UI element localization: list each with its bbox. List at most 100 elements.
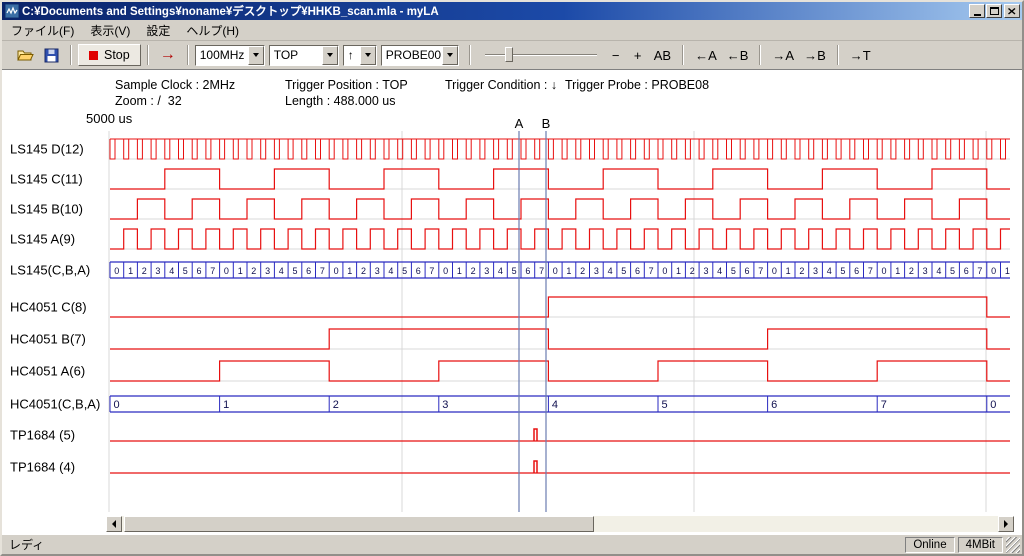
status-online-badge: Online [905,537,954,553]
bus-value: 1 [786,266,791,276]
toolbar-separator [682,45,684,65]
bus-value: 7 [539,266,544,276]
bus-value: 7 [320,266,325,276]
close-icon [1008,8,1016,15]
toolbar-separator [147,45,149,65]
dropdown-arrow-icon[interactable] [360,46,376,65]
bus-value: 5 [731,266,736,276]
bus-value: 1 [457,266,462,276]
bus-value: 0 [991,266,996,276]
bus-value: 3 [155,266,160,276]
trigger-probe-value: PROBE00 [382,46,442,65]
bus-value: 4 [936,266,941,276]
goto-marker-b-button[interactable]: ←B [722,44,754,66]
bus-value: 4 [552,399,558,411]
run-button[interactable]: → [155,44,181,66]
title-bar[interactable]: C:¥Documents and Settings¥noname¥デスクトップ¥… [2,2,1022,20]
scrollbar-track[interactable] [122,516,998,532]
bus-value: 2 [799,266,804,276]
waveform-channel: LS145 A(9) [10,229,1010,249]
zoom-slider-thumb[interactable] [505,47,513,62]
minimize-icon [974,14,981,16]
channel-label: LS145(C,B,A) [10,263,90,278]
bus-value: 7 [758,266,763,276]
stop-button[interactable]: Stop [78,44,141,66]
scroll-left-button[interactable] [106,516,122,532]
bus-value: 3 [265,266,270,276]
open-button[interactable] [12,44,39,66]
bus-value: 2 [690,266,695,276]
time-ruler-label: 5000 us [86,111,133,126]
dropdown-arrow-icon[interactable] [442,46,458,65]
app-icon [5,4,19,18]
scrollbar-thumb[interactable] [124,516,594,532]
bus-value: 5 [183,266,188,276]
bus-value: 3 [594,266,599,276]
waveform-channel: HC4051 A(6) [10,361,1010,381]
toolbar-separator [469,45,471,65]
trigger-position-select[interactable]: TOP [269,45,339,66]
channel-label: HC4051 C(8) [10,300,87,315]
channel-label: TP1684 (5) [10,428,75,443]
bus-value: 0 [662,266,667,276]
bus-value: 7 [210,266,215,276]
bus-value: 2 [361,266,366,276]
dropdown-arrow-icon[interactable] [322,46,338,65]
set-marker-a-button[interactable]: →A [767,44,799,66]
zoom-in-button[interactable]: + [627,44,649,66]
waveform-channel: TP1684 (4) [10,460,1010,475]
bus-value: 1 [223,399,229,411]
scroll-right-button[interactable] [998,516,1014,532]
minimize-button[interactable] [969,4,985,18]
open-folder-icon [17,48,34,63]
zoom-ab-button[interactable]: AB [649,44,676,66]
bus-value: 3 [484,266,489,276]
toolbar: Stop → 100MHz TOP ↑ PROBE00 − + AB [2,41,1022,70]
clock-rate-select[interactable]: 100MHz [195,45,265,66]
goto-marker-a-button[interactable]: ←A [690,44,722,66]
bus-value: 5 [292,266,297,276]
bus-value: 2 [142,266,147,276]
bus-value: 1 [1005,266,1010,276]
waveform-display: 5000 usLS145 D(12)LS145 C(11)LS145 B(10)… [2,70,1022,534]
set-marker-b-button[interactable]: →B [799,44,831,66]
zoom-out-button[interactable]: − [605,44,627,66]
save-button[interactable] [39,44,64,66]
bus-value: 2 [251,266,256,276]
menu-view[interactable]: 表示(V) [82,19,138,42]
bus-value: 4 [279,266,284,276]
bus-value: 0 [772,266,777,276]
triangle-down [365,53,371,57]
maximize-button[interactable] [986,4,1002,18]
save-floppy-icon [44,48,59,63]
zoom-slider[interactable] [485,45,597,65]
stop-icon [89,51,98,60]
trigger-probe-select[interactable]: PROBE00 [381,45,459,66]
bus-value: 2 [580,266,585,276]
waveform-channel: HC4051 B(7) [10,329,1010,349]
marker-label: A [515,116,524,131]
window-title: C:¥Documents and Settings¥noname¥デスクトップ¥… [22,3,968,19]
stop-label: Stop [104,48,130,62]
menu-settings[interactable]: 設定 [138,19,178,42]
bus-value: 4 [169,266,174,276]
bus-value: 4 [608,266,613,276]
trigger-edge-select[interactable]: ↑ [343,45,377,66]
bus-value: 1 [238,266,243,276]
close-button[interactable] [1004,4,1020,18]
bus-value: 6 [196,266,201,276]
bus-value: 4 [498,266,503,276]
status-ready-text: レディ [4,536,902,553]
bus-value: 6 [744,266,749,276]
bus-value: 3 [442,399,448,411]
waveform-channel: 012345670HC4051(C,B,A) [10,396,1010,412]
zoom-slider-track[interactable] [485,54,597,56]
goto-trigger-button[interactable]: →T [845,44,876,66]
menu-help[interactable]: ヘルプ(H) [178,19,247,42]
bus-value: 0 [334,266,339,276]
toolbar-separator [759,45,761,65]
resize-grip[interactable] [1006,537,1020,553]
dropdown-arrow-icon[interactable] [248,46,264,65]
menu-file[interactable]: ファイル(F) [3,19,82,42]
horizontal-scrollbar[interactable] [106,516,1014,532]
